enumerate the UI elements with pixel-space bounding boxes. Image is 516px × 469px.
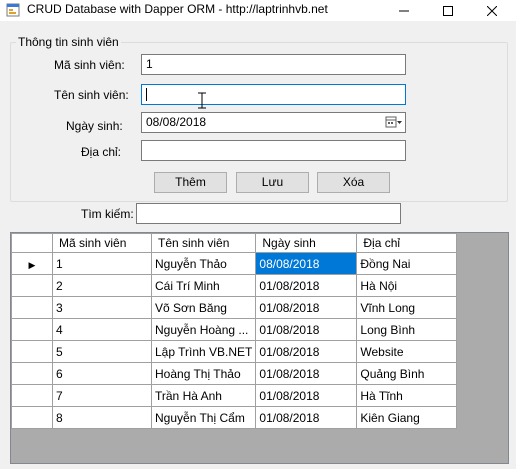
dob-datepicker[interactable]: 08/08/2018: [141, 112, 406, 133]
address-label: Địa chỉ:: [81, 145, 122, 159]
calendar-dropdown-icon[interactable]: [385, 115, 403, 130]
name-cell[interactable]: Trần Hà Anh: [150, 384, 257, 407]
table-row[interactable]: 8 Nguyễn Thị Cẩm 01/08/2018 Kiên Giang: [11, 406, 458, 429]
minimize-button[interactable]: [382, 0, 426, 21]
dob-cell[interactable]: 01/08/2018: [255, 318, 358, 341]
dob-cell[interactable]: 01/08/2018: [255, 274, 358, 297]
name-cell[interactable]: Võ Sơn Băng: [150, 296, 257, 319]
maximize-button[interactable]: [426, 0, 470, 21]
table-row[interactable]: 4 Nguyễn Hoàng ... 01/08/2018 Long Bình: [11, 318, 458, 341]
search-label: Tìm kiếm:: [81, 207, 134, 221]
name-cell[interactable]: Hoàng Thị Thảo: [150, 362, 257, 385]
add-button[interactable]: Thêm: [154, 172, 227, 193]
address-cell[interactable]: Đồng Nai: [356, 252, 458, 275]
address-cell[interactable]: Quảng Bình: [356, 362, 458, 385]
name-cell[interactable]: Nguyễn Hoàng ...: [150, 318, 257, 341]
dob-cell[interactable]: 01/08/2018: [255, 340, 358, 363]
grid-corner-cell[interactable]: [11, 233, 53, 253]
row-header-cell[interactable]: [11, 296, 53, 319]
student-id-cell[interactable]: 4: [52, 318, 152, 341]
column-header-address[interactable]: Địa chỉ: [356, 233, 458, 253]
row-header-cell[interactable]: [11, 406, 53, 429]
address-cell[interactable]: Hà Tĩnh: [356, 384, 458, 407]
table-row[interactable]: 3 Võ Sơn Băng 01/08/2018 Vĩnh Long: [11, 296, 458, 319]
dob-cell[interactable]: 01/08/2018: [255, 384, 358, 407]
row-header-cell[interactable]: [11, 340, 53, 363]
address-cell[interactable]: Long Bình: [356, 318, 458, 341]
table-row[interactable]: 7 Trần Hà Anh 01/08/2018 Hà Tĩnh: [11, 384, 458, 407]
student-id-cell[interactable]: 3: [52, 296, 152, 319]
save-button[interactable]: Lưu: [236, 172, 309, 193]
text-caret: [146, 88, 147, 101]
address-cell[interactable]: Hà Nội: [356, 274, 458, 297]
dob-value: 08/08/2018: [146, 115, 207, 129]
student-id-cell[interactable]: 1: [52, 252, 152, 275]
ibeam-cursor-icon: [198, 92, 206, 109]
dob-cell[interactable]: 01/08/2018: [255, 296, 358, 319]
name-label: Tên sinh viên:: [54, 88, 129, 102]
dob-label: Ngày sinh:: [66, 119, 123, 133]
table-row[interactable]: 2 Cái Trí Minh 01/08/2018 Hà Nội: [11, 274, 458, 297]
close-icon: [487, 5, 497, 16]
name-cell[interactable]: Cái Trí Minh: [150, 274, 257, 297]
student-id-field[interactable]: 1: [141, 54, 406, 75]
student-id-cell[interactable]: 7: [52, 384, 152, 407]
column-header-name[interactable]: Tên sinh viên: [150, 233, 257, 253]
group-title: Thông tin sinh viên: [16, 35, 121, 49]
address-cell[interactable]: Vĩnh Long: [356, 296, 458, 319]
title-bar[interactable]: CRUD Database with Dapper ORM - http://l…: [0, 0, 516, 21]
row-header-cell[interactable]: [11, 274, 53, 297]
window-title: CRUD Database with Dapper ORM - http://l…: [27, 2, 328, 16]
student-id-cell[interactable]: 8: [52, 406, 152, 429]
table-row[interactable]: 6 Hoàng Thị Thảo 01/08/2018 Quảng Bình: [11, 362, 458, 385]
dob-cell[interactable]: 08/08/2018: [255, 252, 358, 275]
address-field[interactable]: [141, 140, 406, 161]
students-grid[interactable]: Mã sinh viên Tên sinh viên Ngày sinh Địa…: [10, 232, 509, 464]
column-header-student-id[interactable]: Mã sinh viên: [52, 233, 152, 253]
table-row[interactable]: ▶ 1 Nguyễn Thảo 08/08/2018 Đồng Nai: [11, 252, 458, 275]
name-field[interactable]: [141, 84, 406, 105]
student-id-cell[interactable]: 6: [52, 362, 152, 385]
current-row-marker-icon: ▶: [28, 259, 36, 270]
minimize-icon: [399, 10, 409, 11]
student-id-cell[interactable]: 2: [52, 274, 152, 297]
maximize-icon: [443, 5, 453, 16]
close-button[interactable]: [470, 0, 514, 21]
delete-button[interactable]: Xóa: [317, 172, 390, 193]
dob-cell[interactable]: 01/08/2018: [255, 362, 358, 385]
column-header-dob[interactable]: Ngày sinh: [255, 233, 358, 253]
dob-cell[interactable]: 01/08/2018: [255, 406, 358, 429]
row-header-cell[interactable]: [11, 318, 53, 341]
address-cell[interactable]: Kiên Giang: [356, 406, 458, 429]
student-id-label: Mã sinh viên:: [54, 58, 125, 72]
grid-table: Mã sinh viên Tên sinh viên Ngày sinh Địa…: [11, 233, 458, 429]
name-cell[interactable]: Nguyễn Thị Cẩm: [150, 406, 257, 429]
search-input[interactable]: [136, 203, 401, 224]
grid-header-row: Mã sinh viên Tên sinh viên Ngày sinh Địa…: [11, 233, 458, 253]
name-cell[interactable]: Lập Trình VB.NET: [150, 340, 257, 363]
address-cell[interactable]: Website: [356, 340, 458, 363]
table-row[interactable]: 5 Lập Trình VB.NET 01/08/2018 Website: [11, 340, 458, 363]
row-header-cell[interactable]: [11, 384, 53, 407]
row-header-cell[interactable]: [11, 362, 53, 385]
app-form-icon: [6, 3, 20, 17]
row-header-cell[interactable]: ▶: [11, 252, 53, 275]
student-id-cell[interactable]: 5: [52, 340, 152, 363]
name-cell[interactable]: Nguyễn Thảo: [150, 252, 257, 275]
